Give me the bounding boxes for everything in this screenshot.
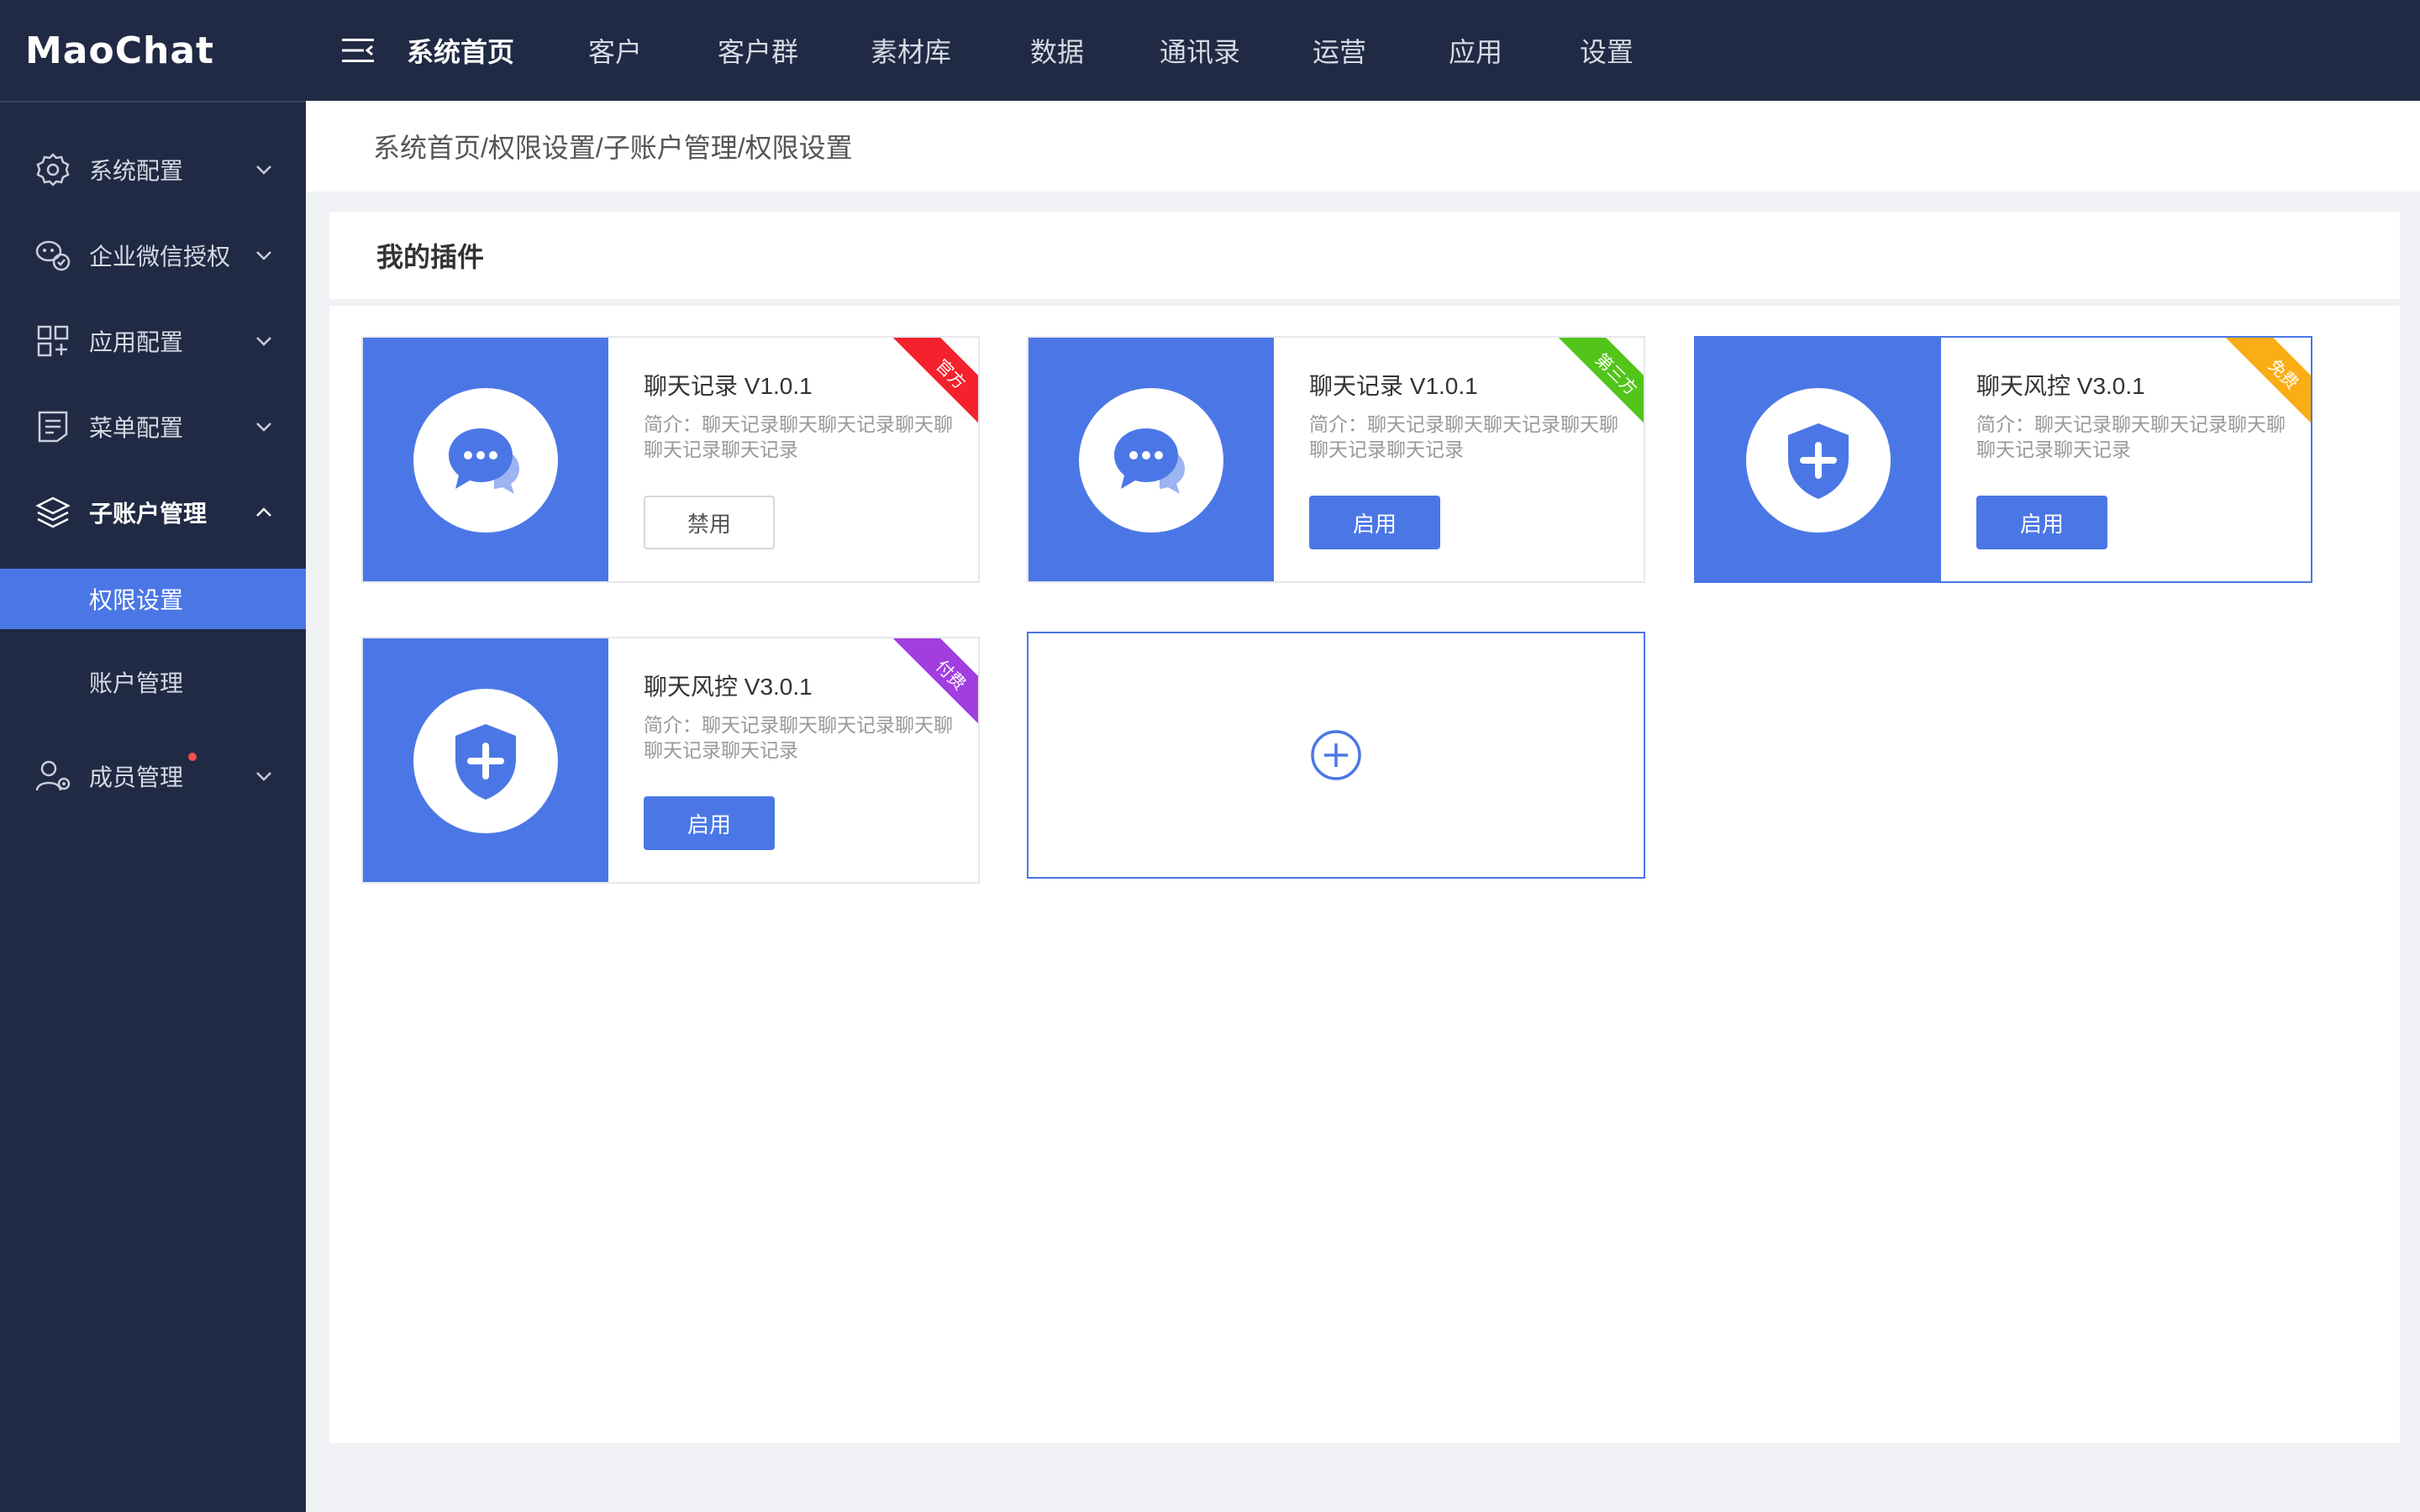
plugin-card-chat-risk-free: 聊天风控 V3.0.1 简介：聊天记录聊天聊天记录聊天聊聊天记录聊天记录 启用 …: [1694, 336, 2312, 583]
top-nav: 系统首页 客户 客户群 素材库 数据 通讯录 运营 应用 设置: [407, 0, 1681, 101]
plugin-name: 聊天风控 V3.0.1: [1976, 373, 2145, 399]
sidebar-item-system-config[interactable]: 系统配置: [0, 136, 306, 203]
sidebar-item-label: 菜单配置: [89, 415, 184, 441]
sidebar-item-app-config[interactable]: 应用配置: [0, 307, 306, 375]
topnav-materials[interactable]: 素材库: [871, 0, 1030, 101]
topnav-contacts[interactable]: 通讯录: [1160, 0, 1313, 101]
section-title: 我的插件: [376, 242, 485, 272]
sidebar-item-label: 企业微信授权: [89, 244, 231, 270]
ribbon-label: 第三方: [1555, 338, 1644, 430]
menu-toggle-button[interactable]: [326, 0, 390, 101]
sidebar-item-menu-config[interactable]: 菜单配置: [0, 393, 306, 460]
chat-bubbles-icon: [449, 428, 519, 494]
topnav-operations[interactable]: 运营: [1313, 0, 1449, 101]
plugin-card-chat-record-third-party: 聊天记录 V1.0.1 简介：聊天记录聊天聊天记录聊天聊聊天记录聊天记录 启用 …: [1027, 336, 1645, 583]
chat-bubbles-icon: [1114, 428, 1185, 494]
plugin-card-chat-record-official: 聊天记录 V1.0.1 简介：聊天记录聊天聊天记录聊天聊聊天记录聊天记录 禁用 …: [361, 336, 980, 583]
chevron-down-icon: [256, 165, 271, 175]
plugin-name: 聊天记录 V1.0.1: [1309, 373, 1478, 399]
shield-plus-icon: [1788, 423, 1849, 499]
shield-plus-icon: [455, 724, 516, 800]
sidebar-item-label: 子账户管理: [89, 501, 208, 527]
plugin-thumbnail: [1696, 338, 1941, 581]
sidebar: 系统配置 企业微信授权 应用配置 菜单配置 子账户管理 权限设置 账户管理 成员…: [0, 101, 306, 1512]
topnav-apps[interactable]: 应用: [1449, 0, 1580, 101]
topnav-home[interactable]: 系统首页: [407, 0, 588, 101]
topnav-data[interactable]: 数据: [1030, 0, 1160, 101]
sidebar-item-label: 成员管理: [89, 764, 184, 790]
apps-icon: [37, 325, 69, 357]
plugins-header: 我的插件: [329, 212, 2400, 299]
ribbon-label: 付费: [889, 638, 978, 731]
plus-circle-icon: [1311, 730, 1361, 780]
notification-dot: [188, 753, 197, 761]
members-icon: [35, 760, 71, 791]
menu-icon: [342, 39, 374, 62]
plugin-thumbnail: [363, 338, 608, 581]
sidebar-subitem-label: 权限设置: [89, 587, 184, 613]
ribbon: 免费: [2218, 338, 2311, 430]
top-bar: MaoChat 系统首页 客户 客户群 素材库 数据 通讯录 运营 应用 设置: [0, 0, 2420, 101]
plugin-name: 聊天记录 V1.0.1: [644, 373, 813, 399]
chevron-down-icon: [256, 423, 271, 432]
gear-icon: [36, 153, 70, 186]
wechat-icon: [35, 240, 71, 271]
ribbon: 官方: [886, 338, 978, 430]
plugin-thumbnail: [363, 638, 608, 882]
ribbon-label: 免费: [2222, 338, 2311, 430]
breadcrumb-bar: 系统首页/权限设置/子账户管理/权限设置: [306, 101, 2420, 192]
ribbon: 第三方: [1551, 338, 1644, 430]
disable-button[interactable]: 禁用: [644, 496, 775, 549]
enable-button[interactable]: 启用: [1976, 496, 2107, 549]
plugin-thumbnail: [1028, 338, 1274, 581]
sidebar-item-label: 系统配置: [89, 158, 184, 184]
sidebar-item-sub-accounts[interactable]: 子账户管理: [0, 479, 306, 546]
add-plugin-button[interactable]: [1027, 632, 1645, 879]
chevron-down-icon: [256, 772, 271, 781]
plugin-name: 聊天风控 V3.0.1: [644, 674, 813, 700]
document-icon: [38, 411, 68, 443]
plugin-card-chat-risk-paid: 聊天风控 V3.0.1 简介：聊天记录聊天聊天记录聊天聊聊天记录聊天记录 启用 …: [361, 637, 980, 884]
sidebar-subitem-label: 账户管理: [89, 670, 184, 696]
chevron-down-icon: [256, 337, 271, 346]
sidebar-item-members[interactable]: 成员管理: [0, 743, 306, 810]
topnav-customer-groups[interactable]: 客户群: [718, 0, 871, 101]
topnav-customers[interactable]: 客户: [588, 0, 718, 101]
chevron-up-icon: [256, 507, 271, 517]
app-logo[interactable]: MaoChat: [0, 0, 306, 101]
sidebar-subitem-permissions[interactable]: 权限设置: [0, 569, 306, 629]
topnav-settings[interactable]: 设置: [1580, 0, 1681, 101]
ribbon: 付费: [886, 638, 978, 731]
sidebar-item-label: 应用配置: [89, 329, 184, 355]
breadcrumb: 系统首页/权限设置/子账户管理/权限设置: [373, 133, 853, 163]
chevron-down-icon: [256, 251, 271, 260]
enable-button[interactable]: 启用: [644, 796, 775, 850]
sidebar-item-wecom-auth[interactable]: 企业微信授权: [0, 222, 306, 289]
layers-icon: [35, 496, 71, 528]
enable-button[interactable]: 启用: [1309, 496, 1440, 549]
ribbon-label: 官方: [889, 338, 978, 430]
sidebar-subitem-accounts[interactable]: 账户管理: [0, 652, 306, 712]
plugins-panel: 聊天记录 V1.0.1 简介：聊天记录聊天聊天记录聊天聊聊天记录聊天记录 禁用 …: [329, 306, 2400, 1443]
